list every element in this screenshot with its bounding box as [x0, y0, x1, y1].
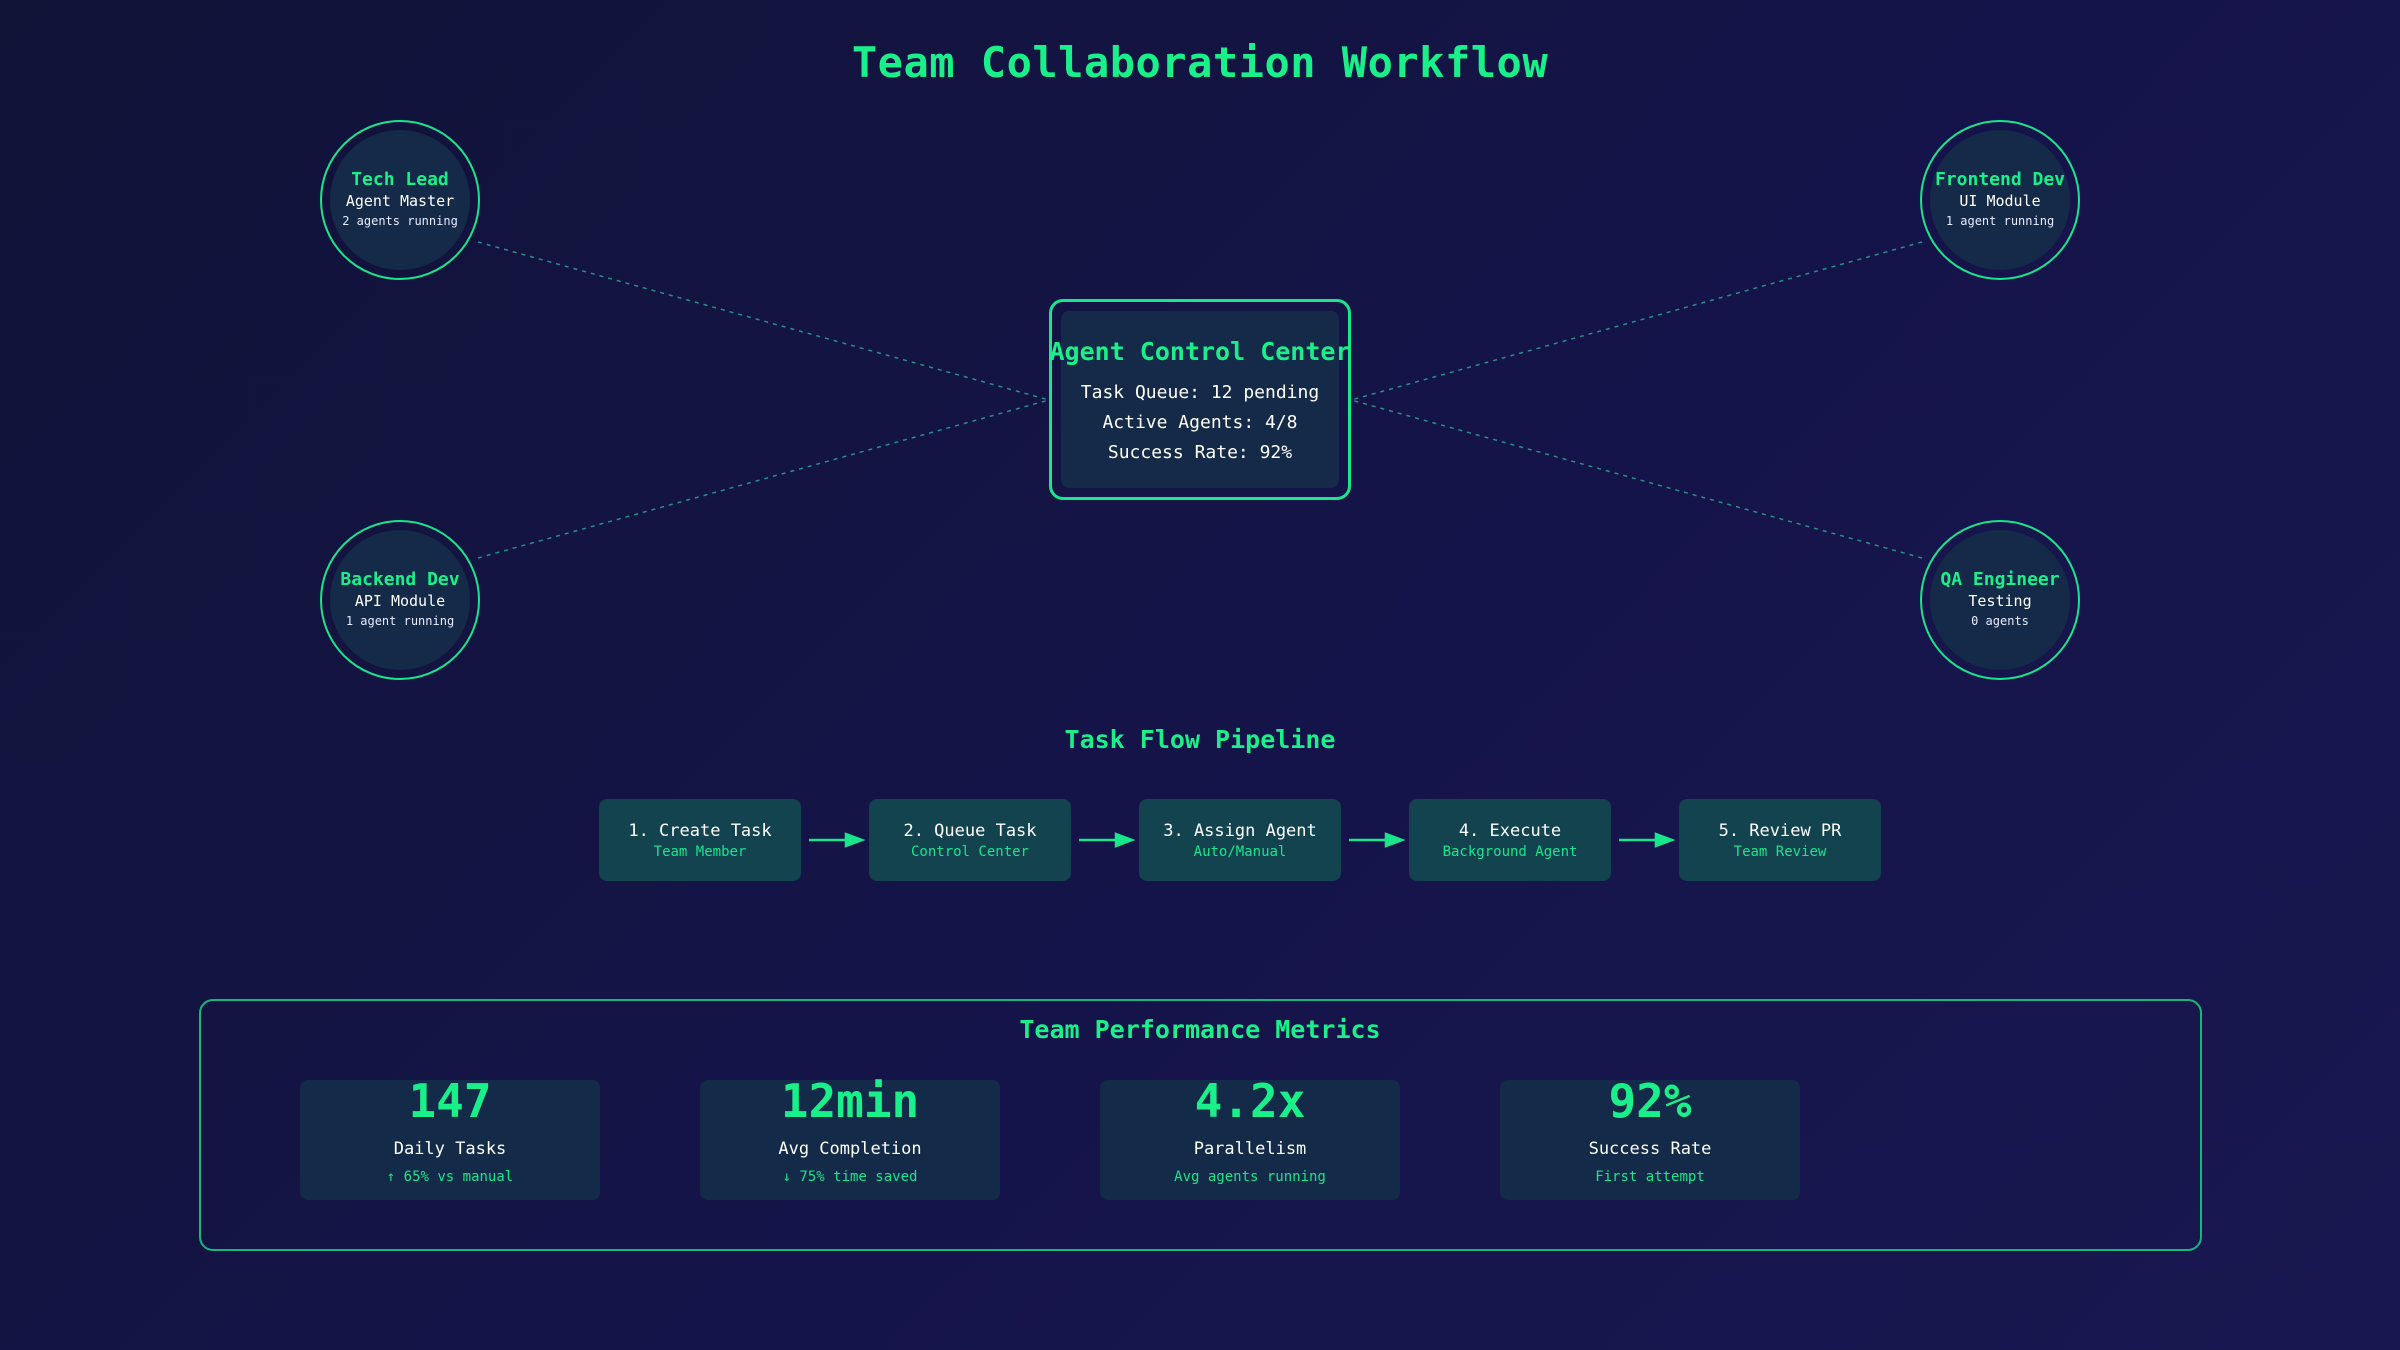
pipeline-arrowhead-1 — [844, 832, 866, 848]
step-sub: Control Center — [910, 844, 1029, 860]
metric-success-rate: 92% Success Rate First attempt — [1500, 1074, 1800, 1200]
step-label: 3. Assign Agent — [1163, 821, 1317, 841]
step-label: 1. Create Task — [628, 821, 772, 841]
pipeline-arrowhead-2 — [1114, 832, 1136, 848]
node-name: QA Engineer — [1940, 569, 2060, 590]
metric-label: Avg Completion — [778, 1139, 922, 1159]
step-label: 4. Execute — [1458, 821, 1562, 841]
metric-label: Parallelism — [1193, 1139, 1307, 1159]
metric-label: Daily Tasks — [393, 1139, 507, 1159]
metric-label: Success Rate — [1588, 1139, 1712, 1159]
node-role: Testing — [1968, 592, 2032, 610]
metric-avg-completion: 12min Avg Completion ↓ 75% time saved — [700, 1074, 1000, 1200]
pipeline-step-execute: 4. Execute Background Agent — [1409, 799, 1611, 881]
pipeline-step-queue-task: 2. Queue Task Control Center — [869, 799, 1071, 881]
metrics-title: Team Performance Metrics — [1019, 1015, 1381, 1044]
link-qa-engineer — [1350, 399, 1923, 559]
step-label: 2. Queue Task — [903, 821, 1037, 841]
node-role: UI Module — [1959, 192, 2041, 210]
node-name: Tech Lead — [351, 169, 449, 190]
pipeline-step-assign-agent: 3. Assign Agent Auto/Manual — [1139, 799, 1341, 881]
team-node-backend-dev: Backend Dev API Module 1 agent running — [320, 520, 480, 680]
metric-value: 92% — [1608, 1074, 1692, 1128]
task-queue-stat: Task Queue: 12 pending — [1080, 382, 1320, 403]
node-status: 1 agent running — [1945, 214, 2055, 228]
node-status: 0 agents — [1971, 614, 2029, 628]
pipeline-title: Task Flow Pipeline — [1064, 725, 1336, 754]
step-sub: Team Review — [1733, 844, 1827, 860]
node-status: 2 agents running — [342, 214, 458, 228]
step-label: 5. Review PR — [1718, 821, 1842, 841]
active-agents-stat: Active Agents: 4/8 — [1102, 412, 1298, 433]
metric-daily-tasks: 147 Daily Tasks ↑ 65% vs manual — [300, 1074, 600, 1200]
link-tech-lead — [477, 241, 1050, 401]
success-rate-stat: Success Rate: 92% — [1107, 442, 1293, 463]
node-name: Frontend Dev — [1934, 169, 2066, 190]
metric-sub: ↓ 75% time saved — [782, 1169, 918, 1185]
node-role: API Module — [354, 592, 446, 610]
pipeline-step-review-pr: 5. Review PR Team Review — [1679, 799, 1881, 881]
link-frontend-dev — [1350, 241, 1923, 401]
pipeline-step-create-task: 1. Create Task Team Member — [599, 799, 801, 881]
team-node-frontend-dev: Frontend Dev UI Module 1 agent running — [1920, 120, 2080, 280]
step-sub: Background Agent — [1442, 844, 1578, 860]
metric-parallelism: 4.2x Parallelism Avg agents running — [1100, 1074, 1400, 1200]
pipeline-arrowhead-4 — [1654, 832, 1676, 848]
link-backend-dev — [477, 399, 1050, 559]
node-name: Backend Dev — [340, 569, 460, 590]
metric-value: 12min — [780, 1074, 920, 1128]
control-center-title: Agent Control Center — [1049, 337, 1351, 366]
pipeline-arrowhead-3 — [1384, 832, 1406, 848]
metric-value: 4.2x — [1194, 1074, 1306, 1128]
team-node-qa-engineer: QA Engineer Testing 0 agents — [1920, 520, 2080, 680]
node-role: Agent Master — [345, 192, 455, 210]
step-sub: Team Member — [653, 844, 747, 860]
metric-sub: Avg agents running — [1174, 1169, 1326, 1185]
step-sub: Auto/Manual — [1193, 844, 1287, 860]
node-status: 1 agent running — [345, 614, 455, 628]
agent-control-center: Agent Control Center Task Queue: 12 pend… — [1049, 299, 1351, 500]
metric-sub: First attempt — [1595, 1169, 1705, 1185]
metric-value: 147 — [408, 1074, 492, 1128]
team-node-tech-lead: Tech Lead Agent Master 2 agents running — [320, 120, 480, 280]
metric-sub: ↑ 65% vs manual — [386, 1169, 514, 1185]
